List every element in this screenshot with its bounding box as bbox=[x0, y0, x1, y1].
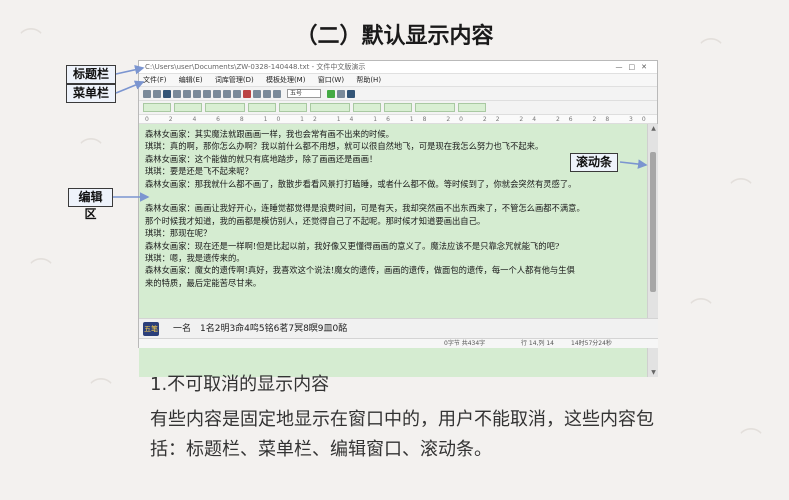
editor-line: 森林女画家：那我就什么都不画了，散散步看看风景打打瞌睡，或者什么都不做。等时候到… bbox=[145, 178, 577, 189]
settings-icon[interactable] bbox=[347, 89, 355, 98]
toolbar: 五号 bbox=[139, 87, 657, 101]
menu-item-file[interactable]: 文件(F) bbox=[143, 76, 167, 84]
image-icon[interactable] bbox=[263, 89, 271, 98]
status-chars: 0字节 共434字 bbox=[444, 340, 486, 347]
menu-item-window[interactable]: 窗口(W) bbox=[318, 76, 344, 84]
template-slot[interactable] bbox=[310, 103, 350, 112]
scroll-thumb[interactable] bbox=[650, 152, 656, 292]
template-slot[interactable] bbox=[143, 103, 171, 112]
status-position: 行 14,列 14 bbox=[521, 340, 554, 347]
menu-item-help[interactable]: 帮助(H) bbox=[356, 76, 381, 84]
paste-icon[interactable] bbox=[203, 89, 211, 98]
undo-icon[interactable] bbox=[213, 89, 221, 98]
status-bar: 0字节 共434字 行 14,列 14 14时57分24秒 bbox=[139, 338, 658, 348]
description-text: 有些内容是固定地显示在窗口中的，用户不能取消，这些内容包括：标题栏、菜单栏、编辑… bbox=[150, 409, 654, 460]
symbol-icon[interactable] bbox=[273, 89, 281, 98]
template-slot[interactable] bbox=[353, 103, 381, 112]
editor-line: 琪琪：真的啊，那你怎么办啊？我以前什么都不用想，就可以很自然地飞，可是现在我怎么… bbox=[145, 141, 544, 152]
ime-candidate-bar: 五笔 一名 1名2明3命4鸣5铭6茗7冥8瞑9皿0酩 bbox=[139, 318, 658, 338]
new-file-icon[interactable] bbox=[143, 89, 151, 98]
editor-line: 琪琪：嗯，我是遗传来的。 bbox=[145, 253, 245, 264]
editor-window: C:\Users\user\Documents\ZW-0328-140448.t… bbox=[138, 60, 659, 377]
editor-line: 琪琪：要是还是飞不起来呢？ bbox=[145, 166, 253, 177]
copy-icon[interactable] bbox=[193, 89, 201, 98]
section-title: 1.不可取消的显示内容 bbox=[150, 374, 330, 395]
ime-logo: 五笔 bbox=[143, 322, 159, 336]
title-bar: C:\Users\user\Documents\ZW-0328-140448.t… bbox=[139, 61, 657, 74]
window-controls[interactable]: —□✕ bbox=[616, 61, 653, 73]
editor-line: 森林女画家：现在还是一样啊!但是比起以前，我好像又更懂得画画的意义了。魔法应该不… bbox=[145, 240, 560, 251]
watermark-mark: ⌒ bbox=[80, 138, 103, 163]
save-icon[interactable] bbox=[163, 89, 171, 98]
scroll-up-icon[interactable]: ▲ bbox=[648, 124, 659, 133]
menu-item-template[interactable]: 模板处理(M) bbox=[266, 76, 306, 84]
page-heading: （二）默认显示内容 bbox=[295, 24, 494, 49]
template-slot[interactable] bbox=[384, 103, 412, 112]
status-time: 14时57分24秒 bbox=[571, 340, 612, 347]
scroll-bar-label: 滚动条 bbox=[570, 153, 618, 172]
menu-bar: 文件(F) 编辑(E) 词库管理(D) 模板处理(M) 窗口(W) 帮助(H) bbox=[139, 74, 657, 87]
menu-item-dictionary[interactable]: 词库管理(D) bbox=[215, 76, 254, 84]
bold-icon[interactable] bbox=[337, 89, 345, 98]
template-slot[interactable] bbox=[205, 103, 245, 112]
editor-line: 森林女画家：画画让我好开心，连睡觉都觉得是浪费时间，可是有天，我却突然画不出东西… bbox=[145, 203, 585, 214]
window-title: C:\Users\user\Documents\ZW-0328-140448.t… bbox=[145, 63, 366, 71]
editor-line: 来的特质，最后定能苦尽甘来。 bbox=[145, 277, 262, 288]
editor-line: 那个时候我才知道，我的画都是模仿别人，还觉得自己了不起呢。那时候才知道要画出自己… bbox=[145, 215, 486, 226]
print-icon[interactable] bbox=[173, 89, 181, 98]
font-size-select[interactable]: 五号 bbox=[287, 89, 321, 98]
title-bar-label: 标题栏 bbox=[66, 65, 116, 84]
template-slot[interactable] bbox=[174, 103, 202, 112]
template-slot[interactable] bbox=[415, 103, 455, 112]
format-icon[interactable] bbox=[243, 89, 251, 98]
open-file-icon[interactable] bbox=[153, 89, 161, 98]
redo-icon[interactable] bbox=[223, 89, 231, 98]
editor-line: 森林女画家：其实魔法就跟画画一样，我也会常有画不出来的时候。 bbox=[145, 129, 394, 139]
ruler: 0 2 4 6 8 10 12 14 16 18 20 22 24 26 28 … bbox=[139, 115, 657, 124]
watermark-mark: ⌒ bbox=[730, 178, 753, 203]
edit-area-label: 编辑区 bbox=[68, 188, 113, 221]
cut-icon[interactable] bbox=[183, 89, 191, 98]
editor-line: 森林女画家：魔女的遗传啊!真好，我喜欢这个说法!魔女的遗传，画画的遗传，做面包的… bbox=[145, 265, 575, 276]
watermark-mark: ⌒ bbox=[740, 428, 763, 453]
template-slot[interactable] bbox=[458, 103, 486, 112]
editor-line: 森林女画家：这个能做的就只有底地踏步，除了画画还是画画！ bbox=[145, 153, 378, 164]
editor-line bbox=[145, 190, 641, 202]
find-icon[interactable] bbox=[233, 89, 241, 98]
watermark-mark: ⌒ bbox=[90, 378, 113, 403]
template-toolbar bbox=[139, 101, 657, 115]
watermark-mark: ⌒ bbox=[690, 298, 713, 323]
color-icon[interactable] bbox=[327, 89, 335, 98]
menu-bar-label: 菜单栏 bbox=[66, 84, 116, 103]
scroll-down-icon[interactable]: ▼ bbox=[648, 368, 659, 377]
ime-candidates[interactable]: 一名 1名2明3命4鸣5铭6茗7冥8瞑9皿0酩 bbox=[173, 319, 347, 339]
watermark-mark: ⌒ bbox=[30, 258, 53, 283]
template-slot[interactable] bbox=[279, 103, 307, 112]
menu-item-edit[interactable]: 编辑(E) bbox=[179, 76, 203, 84]
table-icon[interactable] bbox=[253, 89, 261, 98]
editor-line: 琪琪：那现在呢？ bbox=[145, 228, 212, 239]
template-slot[interactable] bbox=[248, 103, 276, 112]
